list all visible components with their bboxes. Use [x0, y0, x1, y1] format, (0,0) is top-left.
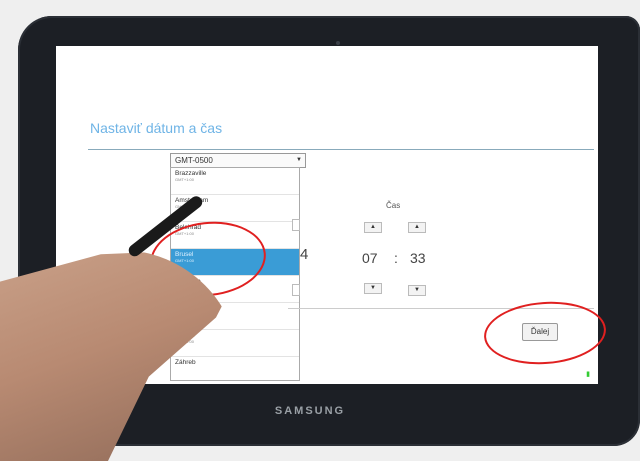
- timezone-select-value: GMT-0500: [175, 156, 213, 165]
- date-increment-button[interactable]: [292, 219, 300, 231]
- hour-up-button[interactable]: ▲: [364, 222, 382, 233]
- camera-dot: [336, 41, 340, 45]
- timezone-offset: GMT+2:00: [175, 339, 295, 344]
- minute-up-button[interactable]: ▲: [408, 222, 426, 233]
- page-title: Nastaviť dátum a čas: [90, 120, 223, 136]
- timezone-name: Záhreb: [175, 359, 196, 366]
- arrow-down-icon: ▼: [370, 285, 376, 291]
- arrow-up-icon: ▲: [414, 224, 420, 230]
- minute-value[interactable]: 33: [410, 250, 426, 266]
- timezone-offset: GMT+1:00: [175, 177, 195, 182]
- hour-down-button[interactable]: ▼: [364, 283, 382, 294]
- time-colon: :: [394, 250, 398, 266]
- time-label: Čas: [386, 201, 401, 210]
- minute-down-button[interactable]: ▼: [408, 285, 426, 296]
- timezone-select[interactable]: GMT-0500 ▼: [170, 153, 306, 168]
- status-bar-icon: ▮: [586, 371, 590, 378]
- arrow-up-icon: ▲: [370, 224, 376, 230]
- device-brand: SAMSUNG: [274, 405, 346, 417]
- timezone-name: Brazzaville: [175, 170, 207, 177]
- timezone-option-brazzaville[interactable]: Brazzaville GMT+1:00: [171, 168, 299, 194]
- date-value: 4: [300, 246, 309, 263]
- timezone-option-zahreb[interactable]: Záhreb: [171, 357, 299, 380]
- dropdown-caret-icon: ▼: [296, 157, 302, 163]
- title-divider: [88, 149, 594, 150]
- hour-value[interactable]: 07: [362, 250, 378, 266]
- arrow-down-icon: ▼: [414, 287, 420, 293]
- date-decrement-button[interactable]: [292, 284, 300, 296]
